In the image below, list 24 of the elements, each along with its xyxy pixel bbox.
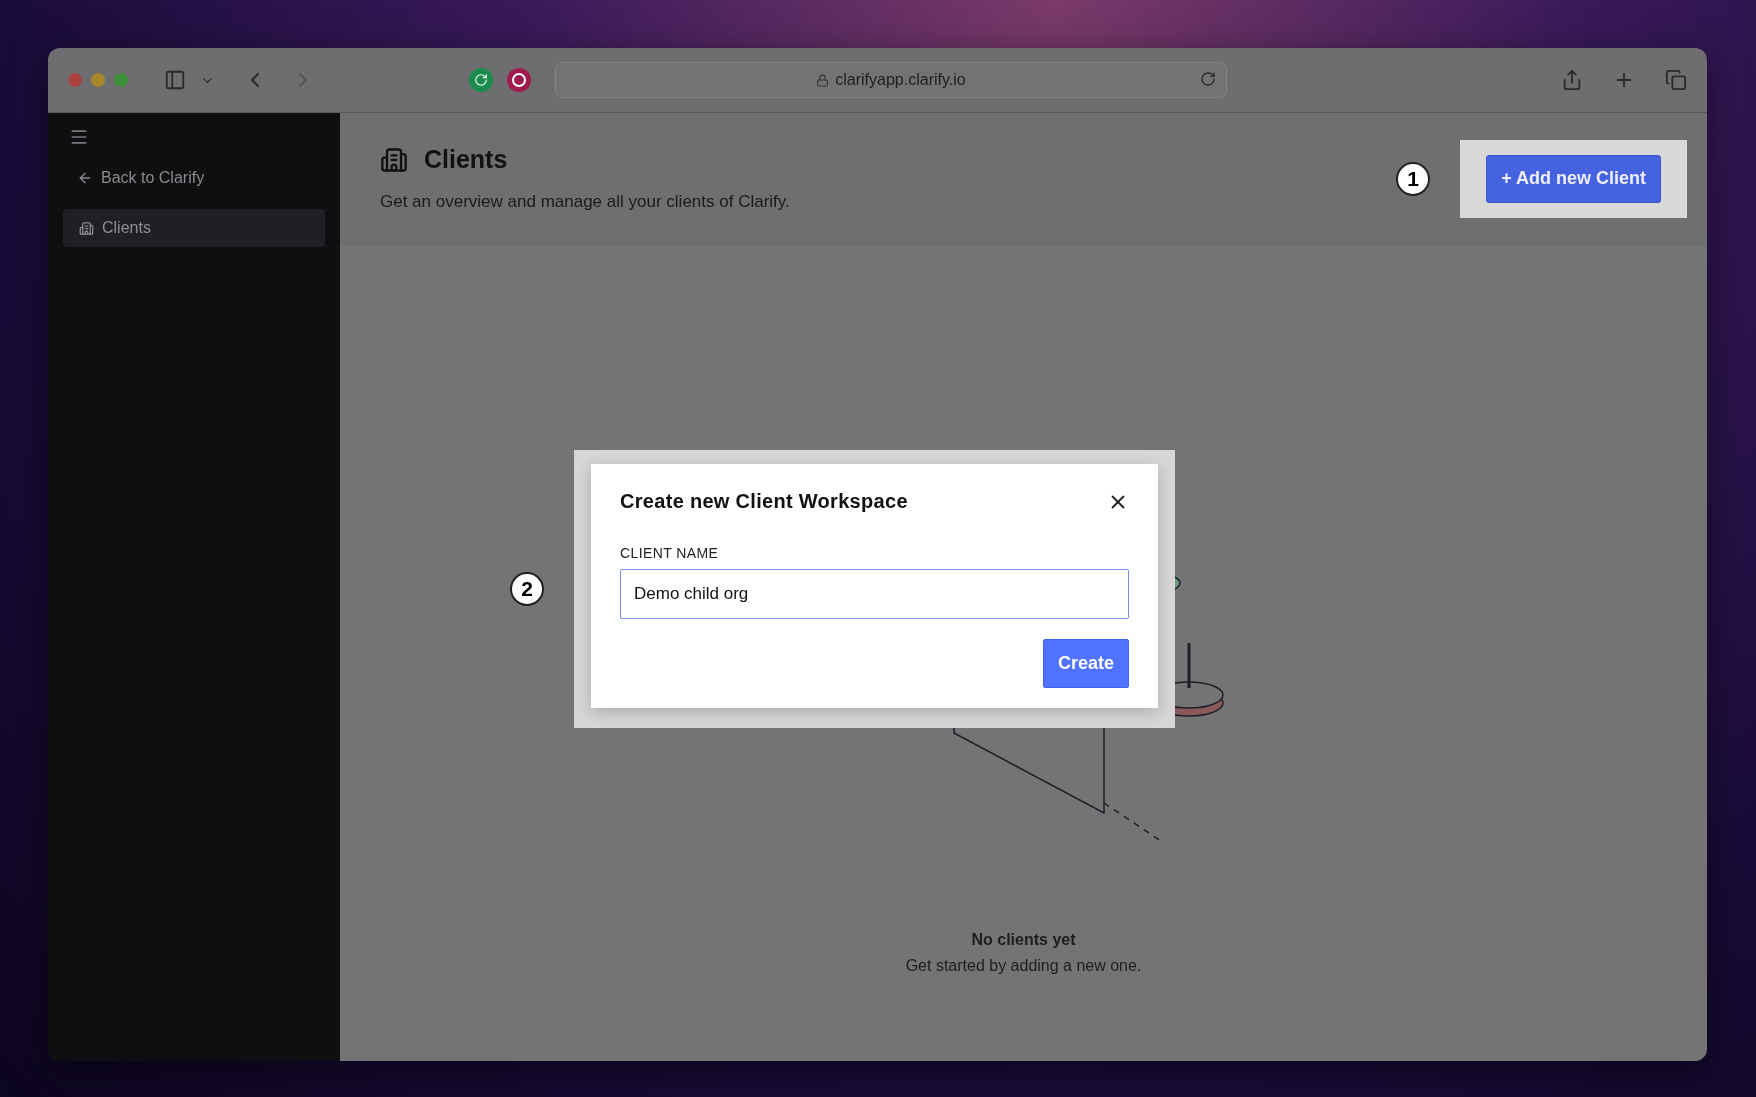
dialog-title: Create new Client Workspace	[620, 490, 908, 513]
extension-icon[interactable]	[469, 68, 493, 92]
reload-icon[interactable]	[1200, 71, 1216, 87]
lock-icon	[816, 73, 830, 87]
building-icon	[79, 220, 94, 236]
share-icon[interactable]	[1561, 69, 1583, 91]
client-name-field[interactable]: Demo child org	[620, 569, 1129, 619]
extension-icon[interactable]	[507, 68, 531, 92]
address-bar[interactable]: clarifyapp.clarify.io	[555, 62, 1227, 98]
step-marker: 2	[510, 572, 544, 606]
add-client-button[interactable]: + Add new Client	[1486, 154, 1661, 203]
create-button[interactable]: Create	[1042, 639, 1129, 688]
sidebar-item[interactable]: Clients	[63, 209, 325, 247]
tabs-overview-icon[interactable]	[1665, 69, 1687, 91]
back-link[interactable]: Back to Clarify	[63, 165, 325, 191]
page-title: Clients	[424, 145, 508, 174]
page-subtitle: Get an overview and manage all your clients of Clarify.	[380, 192, 790, 212]
empty-state-title: No clients yet	[971, 931, 1076, 949]
step-marker: 1	[1396, 161, 1431, 196]
building-icon	[380, 145, 408, 174]
empty-state-text: Get started by adding a new one.	[905, 957, 1142, 975]
field-label: CLIENT NAME	[620, 545, 720, 561]
sidebar-toggle-icon[interactable]	[164, 69, 186, 91]
arrow-left-icon	[77, 170, 93, 186]
